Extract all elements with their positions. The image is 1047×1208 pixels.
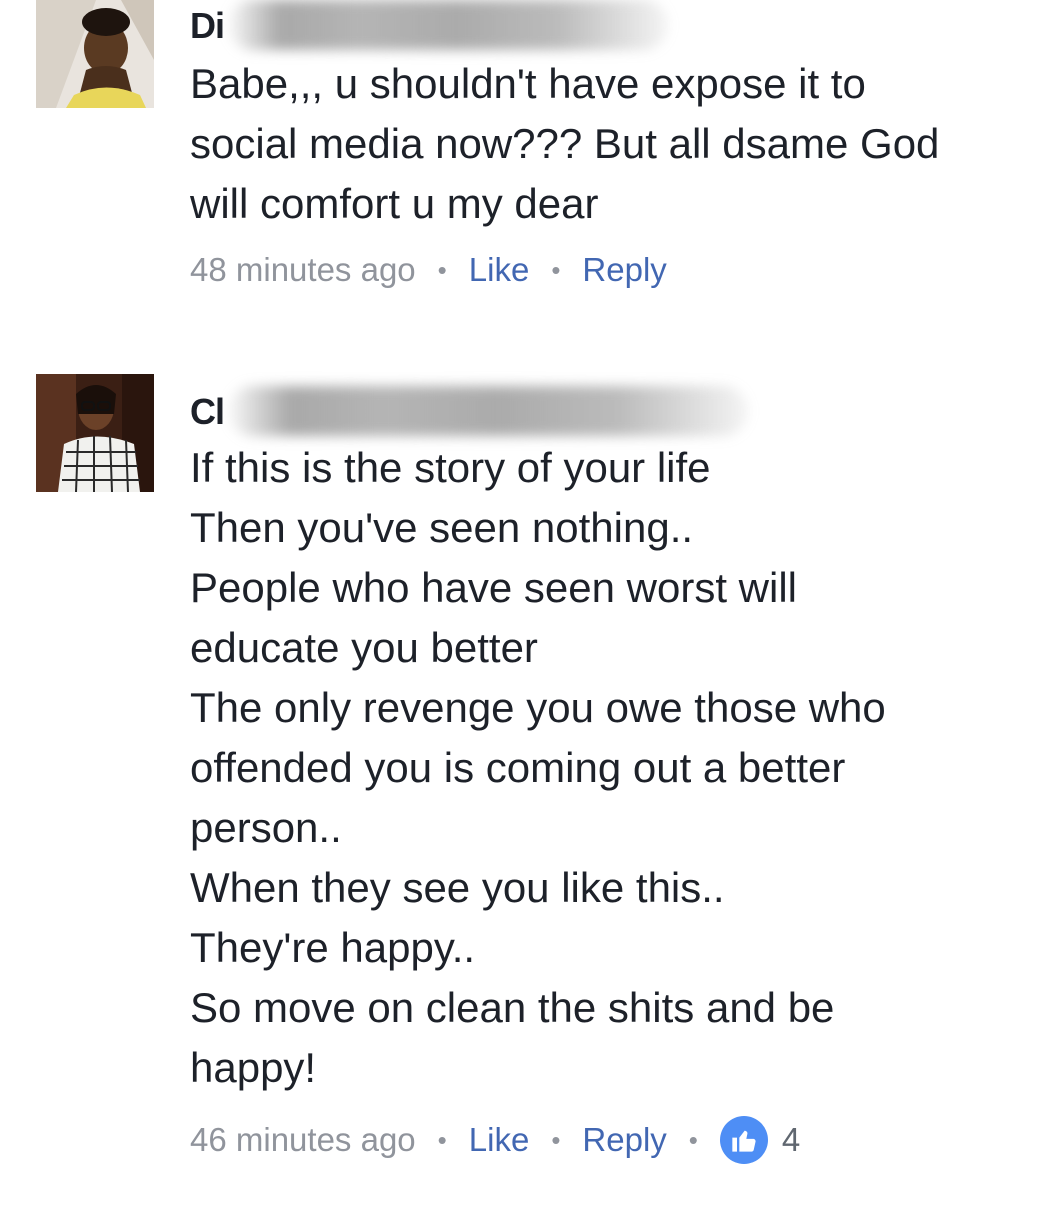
author-name-visible[interactable]: Cl bbox=[190, 391, 225, 432]
comment-line: If this is the story of your life bbox=[190, 444, 711, 491]
reply-button[interactable]: Reply bbox=[582, 1121, 666, 1159]
thumbs-up-icon[interactable] bbox=[719, 1116, 768, 1164]
comment-line: They're happy.. bbox=[190, 924, 476, 971]
separator-dot: • bbox=[551, 1124, 561, 1155]
comment: Cl If this is the story of your life The… bbox=[0, 372, 1047, 1192]
reaction-summary[interactable]: 4 bbox=[719, 1116, 800, 1164]
timestamp[interactable]: 46 minutes ago bbox=[190, 1121, 416, 1159]
avatar[interactable] bbox=[36, 0, 154, 108]
author-name[interactable]: Cl bbox=[190, 386, 770, 436]
comment-line: When they see you like this.. bbox=[190, 864, 725, 911]
separator-dot: • bbox=[688, 1124, 698, 1155]
separator-dot: • bbox=[437, 1124, 447, 1155]
comment-line: Babe,,, u shouldn't have expose it to bbox=[190, 60, 866, 107]
comment-line: will comfort u my dear bbox=[190, 180, 599, 227]
like-button[interactable]: Like bbox=[469, 251, 530, 289]
separator-dot: • bbox=[551, 254, 561, 285]
comment: Di Babe,,, u shouldn't have expose it to… bbox=[0, 0, 1047, 330]
author-name[interactable]: Di bbox=[190, 0, 710, 50]
timestamp[interactable]: 48 minutes ago bbox=[190, 251, 416, 289]
comment-line: So move on clean the shits and be bbox=[190, 984, 835, 1031]
comment-meta: 46 minutes ago • Like • Reply • 4 bbox=[190, 1116, 800, 1164]
comment-body: Babe,,, u shouldn't have expose it to so… bbox=[190, 54, 1027, 234]
reply-button[interactable]: Reply bbox=[582, 251, 666, 289]
comment-line: People who have seen worst will bbox=[190, 564, 797, 611]
comment-line: educate you better bbox=[190, 624, 538, 671]
comment-body: If this is the story of your life Then y… bbox=[190, 438, 1027, 1098]
redacted-name-blur bbox=[228, 0, 668, 50]
comment-line: person.. bbox=[190, 804, 342, 851]
redacted-name-blur bbox=[228, 386, 748, 436]
comment-line: The only revenge you owe those who bbox=[190, 684, 886, 731]
author-name-visible[interactable]: Di bbox=[190, 5, 225, 46]
comment-meta: 48 minutes ago • Like • Reply bbox=[190, 248, 667, 292]
like-button[interactable]: Like bbox=[469, 1121, 530, 1159]
reaction-count[interactable]: 4 bbox=[782, 1121, 800, 1159]
comment-line: happy! bbox=[190, 1044, 317, 1091]
comment-line: offended you is coming out a better bbox=[190, 744, 846, 791]
separator-dot: • bbox=[437, 254, 447, 285]
avatar[interactable] bbox=[36, 374, 154, 492]
comment-line: social media now??? But all dsame God bbox=[190, 120, 940, 167]
comment-line: Then you've seen nothing.. bbox=[190, 504, 694, 551]
